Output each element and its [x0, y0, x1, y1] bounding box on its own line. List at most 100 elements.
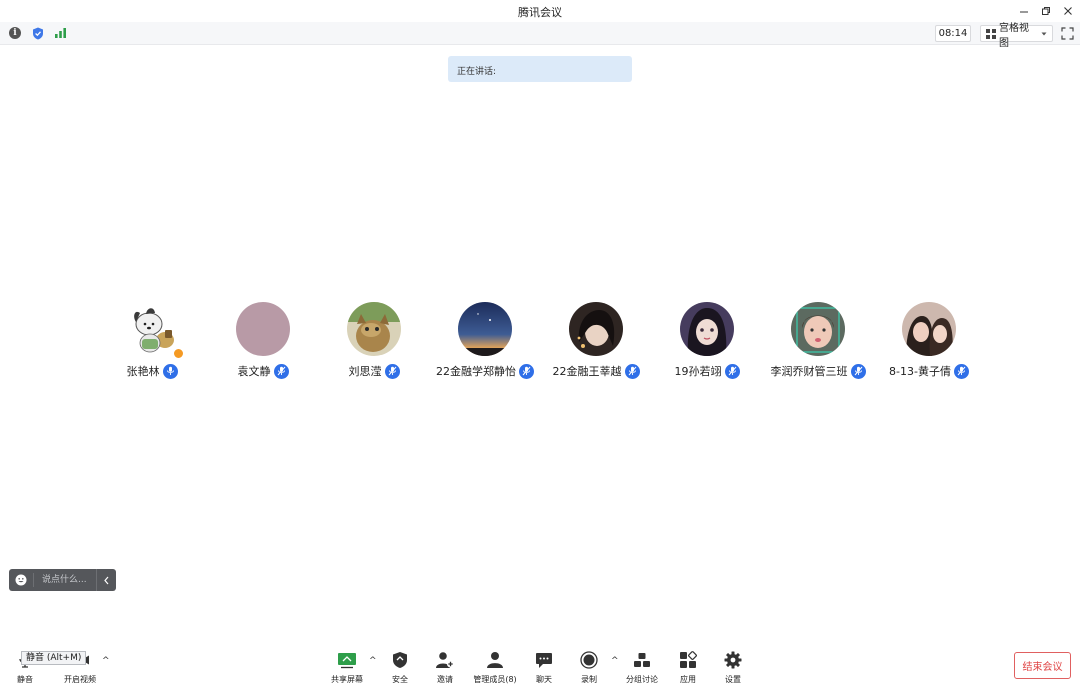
record-button[interactable]: 录制 [566, 650, 612, 685]
breakout-rooms-button[interactable]: 分组讨论 [619, 650, 665, 685]
mic-muted-icon [273, 363, 289, 379]
share-screen-label: 共享屏幕 [331, 675, 363, 684]
participant-name: 张艳林 [126, 365, 160, 378]
mic-muted-icon [724, 363, 740, 379]
participant-tile[interactable]: 22金融学郑静怡 [430, 302, 540, 379]
close-icon [1064, 7, 1072, 15]
participant-tile[interactable]: 8-13-黄子倩 [874, 302, 984, 379]
emoji-button[interactable] [9, 569, 33, 591]
participant-name: 刘思滢 [348, 365, 382, 378]
manage-members-button[interactable]: 管理成员(8) [471, 650, 519, 685]
chat-button[interactable]: 聊天 [521, 650, 567, 685]
anime-portrait-avatar-icon [569, 302, 623, 356]
couple-photo-avatar-icon [902, 302, 956, 356]
mic-muted-icon [850, 363, 866, 379]
participant-tile[interactable]: 张艳林 [97, 302, 207, 379]
gear-icon [723, 650, 743, 670]
view-mode-dropdown[interactable]: 宫格视图 [980, 23, 1053, 49]
emoji-icon [15, 574, 27, 586]
info-icon: i [9, 27, 21, 39]
shield-icon [390, 650, 410, 670]
invite-button[interactable]: 邀请 [422, 650, 468, 685]
mic-muted-icon [953, 363, 969, 379]
participant-avatar [347, 302, 401, 356]
participant-avatar [125, 302, 184, 359]
breakout-rooms-label: 分组讨论 [626, 675, 658, 684]
chevron-left-icon [104, 576, 109, 584]
settings-label: 设置 [725, 675, 741, 684]
night-sky-avatar-icon [458, 302, 512, 356]
end-meeting-button[interactable]: 结束会议 [1014, 652, 1071, 679]
close-button[interactable] [1057, 2, 1079, 20]
speaking-indicator: 正在讲话: [448, 56, 632, 82]
mic-muted-icon [624, 363, 640, 379]
collapse-chat-button[interactable] [96, 569, 116, 591]
bottom-toolbar: 静音 ^ 开启视频 ^ 共享屏幕 ^ 安全 邀请 管理成员(8) [0, 646, 1080, 686]
security-button[interactable]: 安全 [377, 650, 423, 685]
network-status-button[interactable] [54, 26, 68, 40]
cat-photo-avatar-icon [347, 302, 401, 356]
share-screen-icon [337, 650, 357, 670]
view-mode-label: 宫格视图 [999, 22, 1029, 49]
fullscreen-icon[interactable] [1061, 27, 1074, 40]
record-label: 录制 [581, 675, 597, 684]
illustrated-girl-avatar-icon [680, 302, 734, 356]
chat-label: 聊天 [536, 675, 552, 684]
participant-avatar [902, 302, 956, 356]
record-icon [579, 650, 599, 670]
speaking-label: 正在讲话: [457, 67, 497, 77]
apps-button[interactable]: 应用 [665, 650, 711, 685]
participant-tile[interactable]: 李润乔财管三班 [763, 302, 873, 379]
participant-avatar [569, 302, 623, 356]
restore-button[interactable] [1035, 2, 1057, 20]
security-status-button[interactable] [31, 26, 45, 40]
mic-muted-icon [519, 363, 534, 379]
add-person-icon [435, 650, 455, 670]
minimize-icon [1020, 11, 1028, 13]
members-icon [485, 650, 505, 670]
invite-label: 邀请 [437, 675, 453, 684]
participant-name: 8-13-黄子倩 [889, 365, 951, 378]
meeting-info-button[interactable]: i [8, 26, 22, 40]
participant-avatar [458, 302, 512, 356]
participant-avatar [680, 302, 734, 356]
start-video-label: 开启视频 [64, 675, 96, 684]
chat-quick-input[interactable]: 说点什么... [9, 569, 116, 591]
selfie-avatar-icon [791, 302, 845, 356]
settings-button[interactable]: 设置 [710, 650, 756, 685]
participant-tile[interactable]: 22金融王莘越 [541, 302, 651, 379]
apps-grid-icon [678, 650, 698, 670]
apps-label: 应用 [680, 675, 696, 684]
record-options-caret[interactable]: ^ [611, 656, 619, 666]
participant-name: 19孙若翊 [674, 365, 722, 378]
window-title: 腾讯会议 [518, 6, 562, 19]
chat-placeholder[interactable]: 说点什么... [33, 573, 96, 587]
security-label: 安全 [392, 675, 408, 684]
participant-name: 22金融王莘越 [552, 365, 622, 378]
title-bar: 腾讯会议 [0, 0, 1080, 22]
share-options-caret[interactable]: ^ [369, 656, 377, 666]
participant-tile[interactable]: 刘思滢 [319, 302, 429, 379]
participant-name: 李润乔财管三班 [770, 365, 848, 378]
participant-tile[interactable]: 袁文静 [208, 302, 318, 379]
meeting-timer: 08:14 [935, 25, 971, 42]
breakout-rooms-icon [632, 650, 652, 670]
mute-shortcut-tooltip: 静音 (Alt+M) [21, 651, 87, 665]
share-screen-button[interactable]: 共享屏幕 [324, 650, 370, 685]
manage-members-label: 管理成员(8) [473, 675, 517, 684]
minimize-button[interactable] [1013, 2, 1035, 20]
restore-icon [1042, 7, 1050, 15]
participant-avatar [791, 302, 845, 356]
mic-icon [162, 363, 178, 379]
participant-avatar [236, 302, 290, 356]
mic-muted-icon [384, 363, 400, 379]
participant-tile[interactable]: 19孙若翊 [652, 302, 762, 379]
host-badge-icon [173, 348, 184, 359]
participant-name: 22金融学郑静怡 [436, 365, 516, 378]
caret-down-icon [1041, 32, 1046, 35]
signal-bars-icon [55, 28, 66, 38]
grid-view-icon [986, 28, 996, 39]
video-options-caret[interactable]: ^ [102, 656, 110, 666]
pochacco-avatar-icon [125, 302, 179, 356]
chat-bubble-icon [534, 650, 554, 670]
